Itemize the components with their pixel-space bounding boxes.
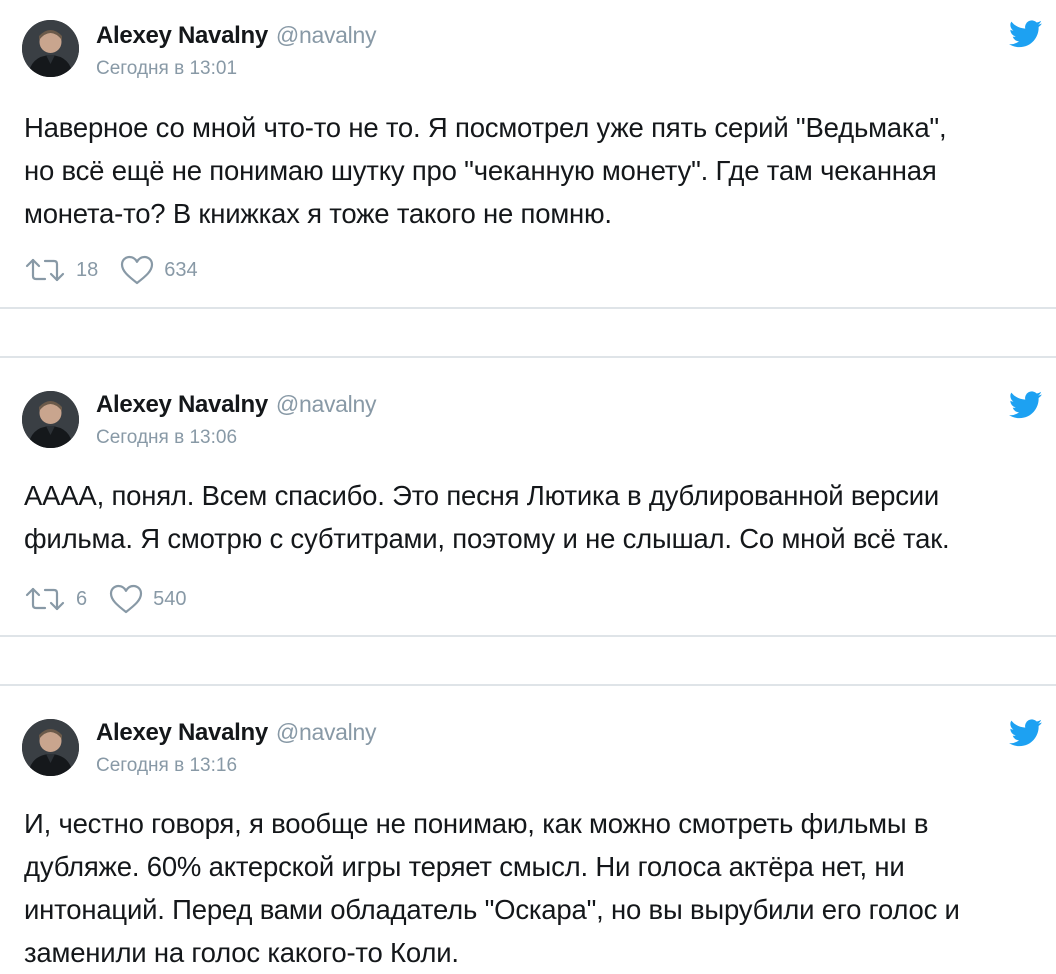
- tweet-separator: [0, 309, 1056, 356]
- tweet-timestamp[interactable]: Сегодня в 13:16: [96, 755, 237, 777]
- author-handle[interactable]: @navalny: [276, 391, 377, 417]
- tweet-text-line: дубляже. 60% актерской игры теряет смысл…: [24, 851, 905, 882]
- tweet-card: Alexey Navalny @navalny Сегодня в 13:16 И…: [0, 686, 1056, 969]
- author-handle[interactable]: @navalny: [276, 719, 377, 745]
- author-name[interactable]: Alexey Navalny @navalny: [96, 22, 376, 50]
- twitter-bird-icon[interactable]: [1009, 719, 1042, 747]
- like-count: 540: [153, 587, 187, 610]
- heart-icon[interactable]: [109, 584, 143, 614]
- avatar[interactable]: [22, 391, 79, 448]
- tweet-card: Alexey Navalny @navalny Сегодня в 13:06 А…: [0, 358, 1056, 635]
- retweet-icon[interactable]: [24, 257, 66, 283]
- retweet-icon[interactable]: [24, 586, 66, 612]
- tweet-text-line: И, честно говоря, я вообще не понимаю, к…: [24, 808, 929, 839]
- tweet-text-line: фильма. Я смотрю с субтитрами, поэтому и…: [24, 523, 950, 554]
- avatar-photo: [22, 719, 79, 776]
- tweet-text-line: но всё ещё не понимаю шутку про "чеканну…: [24, 155, 937, 186]
- tweet-separator: [0, 637, 1056, 684]
- tweet-timestamp[interactable]: Сегодня в 13:01: [96, 58, 237, 80]
- tweet-text: Наверное со мной что-то не то. Я посмотр…: [24, 106, 1036, 235]
- avatar-photo: [22, 391, 79, 448]
- tweet-card: Alexey Navalny @navalny Сегодня в 13:01 Н…: [0, 0, 1056, 307]
- author-handle[interactable]: @navalny: [276, 22, 377, 48]
- like-count: 634: [164, 258, 198, 281]
- tweet-text: И, честно говоря, я вообще не понимаю, к…: [24, 802, 1036, 974]
- tweet-text-line: заменили на голос какого-то Коли.: [24, 937, 459, 968]
- author-name-text[interactable]: Alexey Navalny: [96, 719, 268, 746]
- author-name-text[interactable]: Alexey Navalny: [96, 22, 268, 49]
- tweet-text-line: Наверное со мной что-то не то. Я посмотр…: [24, 112, 947, 143]
- heart-icon[interactable]: [120, 255, 154, 285]
- retweet-count: 18: [76, 258, 99, 281]
- author-name[interactable]: Alexey Navalny @navalny: [96, 719, 376, 747]
- twitter-bird-icon[interactable]: [1009, 391, 1042, 419]
- tweet-actions: 6 540: [24, 582, 209, 616]
- author-name[interactable]: Alexey Navalny @navalny: [96, 391, 376, 419]
- avatar-photo: [22, 20, 79, 77]
- tweet-actions: 18 634: [24, 253, 220, 287]
- tweet-text-line: монета-то? В книжках я тоже такого не по…: [24, 198, 612, 229]
- avatar[interactable]: [22, 719, 79, 776]
- twitter-bird-icon[interactable]: [1009, 20, 1042, 48]
- author-name-text[interactable]: Alexey Navalny: [96, 391, 268, 418]
- tweet-text: АААА, понял. Всем спасибо. Это песня Лют…: [24, 474, 1036, 560]
- tweet-text-line: интонаций. Перед вами обладатель "Оскара…: [24, 894, 960, 925]
- avatar[interactable]: [22, 20, 79, 77]
- tweet-text-line: АААА, понял. Всем спасибо. Это песня Лют…: [24, 480, 940, 511]
- tweet-timestamp[interactable]: Сегодня в 13:06: [96, 427, 237, 449]
- retweet-count: 6: [76, 587, 88, 610]
